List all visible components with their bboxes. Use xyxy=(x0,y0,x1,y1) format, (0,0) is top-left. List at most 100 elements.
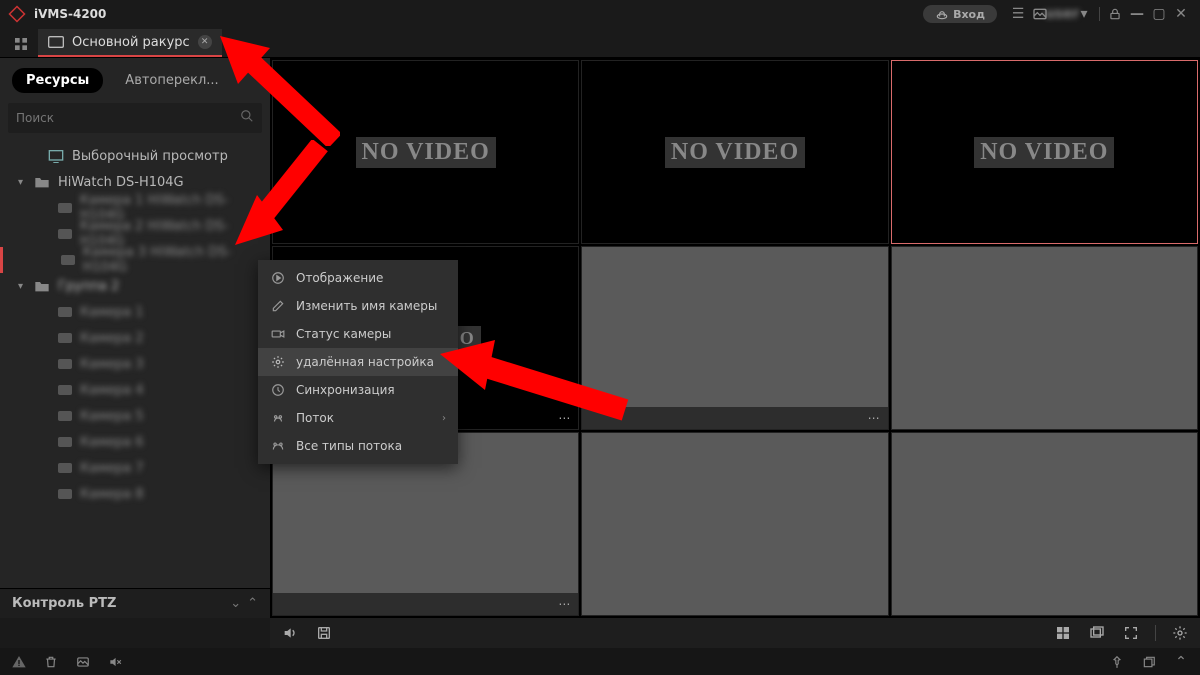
tab-close-icon[interactable]: ✕ xyxy=(198,35,212,49)
ctx-display[interactable]: Отображение xyxy=(258,264,458,292)
blurred-user-icon[interactable]: user xyxy=(1051,3,1073,25)
cell-menu-icon[interactable]: ⋯ xyxy=(558,597,570,611)
tree-camera[interactable]: Камера 1 xyxy=(0,299,270,325)
tree-camera[interactable]: Камера 5 xyxy=(0,403,270,429)
ptz-panel-header[interactable]: Контроль PTZ ⌄ ⌃ xyxy=(0,588,270,618)
sidebar-tab-resources[interactable]: Ресурсы xyxy=(12,68,103,93)
settings-icon[interactable] xyxy=(1170,625,1190,641)
divider xyxy=(1099,7,1100,21)
camera-icon xyxy=(58,359,72,369)
ctx-status[interactable]: Статус камеры xyxy=(258,320,458,348)
video-cell-empty[interactable] xyxy=(891,246,1198,430)
video-cell-empty[interactable] xyxy=(891,432,1198,616)
pin-icon[interactable] xyxy=(1108,655,1126,669)
ctx-rename[interactable]: Изменить имя камеры xyxy=(258,292,458,320)
camera-icon xyxy=(58,385,72,395)
tab-bar: Основной ракурс ✕ xyxy=(0,28,1200,58)
ctx-all-streams[interactable]: Все типы потока xyxy=(258,432,458,460)
camera-icon xyxy=(58,437,72,447)
volume-icon[interactable] xyxy=(280,625,300,641)
chevron-down-icon: ▾ xyxy=(18,281,30,292)
ctx-stream[interactable]: Поток › xyxy=(258,404,458,432)
tree-camera[interactable]: Камера 8 xyxy=(0,481,270,507)
video-cell-selected[interactable]: NO VIDEO xyxy=(891,60,1198,244)
ctx-remote-config[interactable]: удалённая настройка xyxy=(258,348,458,376)
login-label: Вход xyxy=(953,8,985,21)
video-cell[interactable]: NO VIDEO xyxy=(272,60,579,244)
camera-icon xyxy=(58,333,72,343)
tab-label: Основной ракурс xyxy=(72,35,190,50)
ctx-label: Поток xyxy=(296,411,334,425)
camera-icon xyxy=(58,489,72,499)
title-bar: iVMS-4200 Вход ☰ user ▾ — ▢ ✕ xyxy=(0,0,1200,28)
camera-icon xyxy=(61,255,75,265)
video-cell-empty[interactable]: ⋯ xyxy=(581,246,888,430)
maximize-button[interactable]: ▢ xyxy=(1148,3,1170,25)
camera-icon xyxy=(270,326,286,342)
resource-tree: Выборочный просмотр ▾ HiWatch DS-H104G К… xyxy=(0,137,270,588)
context-menu: Отображение Изменить имя камеры Статус к… xyxy=(258,260,458,464)
search-box[interactable] xyxy=(8,103,262,133)
alert-icon[interactable] xyxy=(10,654,28,670)
tree-camera[interactable]: Камера 4 xyxy=(0,377,270,403)
mute-icon[interactable] xyxy=(106,655,124,669)
tree-camera[interactable]: Камера 2 HiWatch DS-H104G xyxy=(0,221,270,247)
no-video-text: NO VIDEO xyxy=(974,137,1114,168)
cell-menu-icon[interactable]: ⋯ xyxy=(558,411,570,425)
camera-icon xyxy=(58,203,72,213)
chevron-up-icon[interactable]: ⌃ xyxy=(247,596,258,611)
video-toolbar xyxy=(270,618,1200,648)
sidebar-tabs: Ресурсы Автоперекл... xyxy=(0,58,270,99)
camera-icon xyxy=(58,307,72,317)
tree-group-hiwatch[interactable]: ▾ HiWatch DS-H104G xyxy=(0,169,270,195)
folder-icon xyxy=(34,175,52,189)
video-cell-empty[interactable] xyxy=(581,432,888,616)
close-button[interactable]: ✕ xyxy=(1170,3,1192,25)
app-logo-icon xyxy=(8,5,26,23)
restore-icon[interactable] xyxy=(1140,655,1158,669)
chevron-right-icon: › xyxy=(442,413,446,424)
tree-custom-view[interactable]: Выборочный просмотр xyxy=(0,143,270,169)
tree-camera[interactable]: Камера 2 xyxy=(0,325,270,351)
search-input[interactable] xyxy=(16,111,240,125)
tree-group-2[interactable]: ▾ Группа 2 xyxy=(0,273,270,299)
ctx-label: Все типы потока xyxy=(296,439,402,453)
video-cell[interactable]: NO VIDEO xyxy=(581,60,888,244)
stream-all-icon xyxy=(270,438,286,454)
tree-camera[interactable]: Камера 1 HiWatch DS-H104G xyxy=(0,195,270,221)
save-icon[interactable] xyxy=(314,625,334,641)
minimize-button[interactable]: — xyxy=(1126,3,1148,25)
expand-icon[interactable]: ⌃ xyxy=(1172,654,1190,670)
tab-main-view[interactable]: Основной ракурс ✕ xyxy=(38,29,222,57)
search-icon[interactable] xyxy=(240,109,254,127)
monitor-icon xyxy=(48,149,66,163)
clock-icon xyxy=(270,382,286,398)
tree-camera[interactable]: Камера 7 xyxy=(0,455,270,481)
sidebar: Ресурсы Автоперекл... Выборочный просмот… xyxy=(0,58,270,618)
camera-icon xyxy=(58,229,72,239)
tree-camera[interactable]: Камера 3 xyxy=(0,351,270,377)
tree-label: HiWatch DS-H104G xyxy=(58,175,184,190)
ctx-label: Изменить имя камеры xyxy=(296,299,437,313)
lock-icon[interactable] xyxy=(1104,3,1126,25)
tree-camera[interactable]: Камера 3 HiWatch DS-H104G xyxy=(0,247,270,273)
grid-menu-icon[interactable] xyxy=(8,31,34,57)
tree-label: Группа 2 xyxy=(58,279,119,294)
window-icon[interactable] xyxy=(1087,625,1107,641)
no-video-text: NO VIDEO xyxy=(665,137,805,168)
tree-camera[interactable]: Камера 6 xyxy=(0,429,270,455)
ctx-sync[interactable]: Синхронизация xyxy=(258,376,458,404)
chevron-down-icon[interactable]: ⌄ xyxy=(230,596,241,611)
layout-icon[interactable] xyxy=(1053,625,1073,641)
list-icon[interactable]: ☰ xyxy=(1007,3,1029,25)
picture-icon[interactable] xyxy=(74,655,92,669)
cell-menu-icon[interactable]: ⋯ xyxy=(868,411,880,425)
fullscreen-icon[interactable] xyxy=(1121,625,1141,641)
sidebar-tab-autoswitch[interactable]: Автоперекл... xyxy=(111,68,232,93)
login-button[interactable]: Вход xyxy=(923,5,997,23)
camera-icon xyxy=(58,411,72,421)
ctx-label: Синхронизация xyxy=(296,383,395,397)
stream-icon xyxy=(270,410,286,426)
trash-icon[interactable] xyxy=(42,655,60,669)
ctx-label: Статус камеры xyxy=(296,327,391,341)
